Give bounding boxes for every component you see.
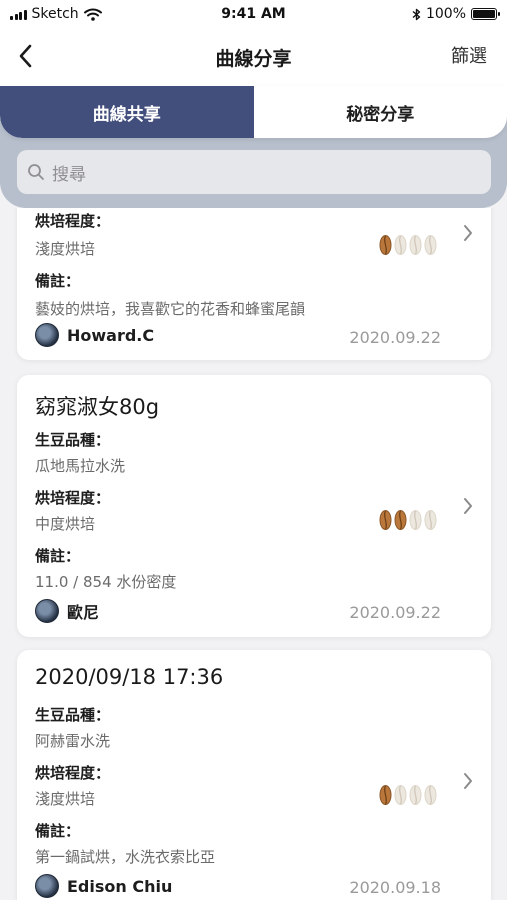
- back-button[interactable]: [10, 38, 40, 74]
- notes-value: 第一鍋試烘，水洗衣索比亞: [35, 848, 216, 866]
- date: 2020.09.22: [349, 328, 441, 347]
- bean-variety-value: 阿赫雷水洗: [35, 732, 111, 750]
- tab-curve-sharing[interactable]: 曲線共享: [0, 86, 254, 138]
- coffee-bean-filled-icon: [379, 510, 392, 530]
- curve-card[interactable]: 窈窕淑女80g 生豆品種： 瓜地馬拉水洗 烘培程度： 中度烘培 備註： 11.0…: [17, 375, 491, 637]
- segment-search-header: 曲線共享 秘密分享 搜尋: [0, 86, 507, 208]
- chevron-right-icon[interactable]: [463, 772, 473, 790]
- avatar: [35, 599, 59, 623]
- author-name: 歐尼: [67, 603, 100, 622]
- notes-label: 備註：: [35, 547, 81, 565]
- coffee-bean-empty-icon: [409, 235, 422, 255]
- roast-level-beans: [379, 509, 437, 531]
- filter-button[interactable]: 篩選: [451, 42, 487, 68]
- bean-variety-label: 生豆品種：: [35, 706, 111, 724]
- coffee-bean-empty-icon: [424, 510, 437, 530]
- search-icon: [28, 164, 44, 180]
- battery-percent: 100%: [425, 6, 466, 22]
- battery-fill: [473, 10, 495, 18]
- card-title: 2020/09/18 17:36: [35, 665, 224, 689]
- search-placeholder: 搜尋: [52, 164, 86, 185]
- coffee-bean-filled-icon: [379, 235, 392, 255]
- roast-level-value: 淺度烘培: [35, 790, 96, 808]
- notes-value: 藝妓的烘培，我喜歡它的花香和蜂蜜尾韻: [35, 300, 306, 318]
- author: Howard.C: [35, 323, 154, 347]
- date: 2020.09.18: [349, 878, 441, 897]
- navigation-bar: 曲線分享 篩選: [0, 28, 507, 86]
- battery-icon: [471, 8, 500, 20]
- status-left: Sketch: [10, 6, 102, 22]
- roast-level-label: 烘培程度：: [35, 212, 111, 230]
- date: 2020.09.22: [349, 603, 441, 622]
- coffee-bean-empty-icon: [409, 785, 422, 805]
- card-title: 窈窕淑女80g: [35, 395, 160, 419]
- segmented-control: 曲線共享 秘密分享: [0, 86, 507, 138]
- coffee-bean-empty-icon: [394, 235, 407, 255]
- author: 歐尼: [35, 599, 99, 623]
- roast-level-value: 中度烘培: [35, 515, 96, 533]
- roast-level-beans: [379, 784, 437, 806]
- roast-level-label: 烘培程度：: [35, 489, 111, 507]
- status-right: 100%: [412, 6, 500, 22]
- carrier-label: Sketch: [31, 6, 79, 22]
- avatar: [35, 874, 59, 898]
- bluetooth-icon: [412, 8, 421, 20]
- curve-list: 烘培程度： 淺度烘培 備註： 藝妓的烘培，我喜歡它的花香和蜂蜜尾韻 Howard…: [0, 208, 507, 900]
- status-bar: Sketch 9:41 AM 100%: [0, 0, 507, 28]
- author-name: Howard.C: [67, 325, 155, 345]
- coffee-bean-filled-icon: [394, 510, 407, 530]
- curve-card[interactable]: 2020/09/18 17:36 生豆品種： 阿赫雷水洗 烘培程度： 淺度烘培 …: [17, 650, 491, 900]
- signal-icon: [10, 9, 27, 20]
- roast-level-label: 烘培程度：: [35, 764, 111, 782]
- chevron-right-icon[interactable]: [463, 224, 473, 242]
- coffee-bean-empty-icon: [394, 785, 407, 805]
- notes-label: 備註：: [35, 822, 81, 840]
- coffee-bean-empty-icon: [424, 235, 437, 255]
- coffee-bean-filled-icon: [379, 785, 392, 805]
- wifi-icon: [83, 8, 102, 21]
- bean-variety-label: 生豆品種：: [35, 431, 111, 449]
- author-name: Edison Chiu: [67, 876, 173, 896]
- notes-label: 備註：: [35, 272, 81, 290]
- avatar: [35, 323, 59, 347]
- search-input[interactable]: 搜尋: [17, 150, 491, 194]
- page-title: 曲線分享: [215, 47, 292, 70]
- bean-variety-value: 瓜地馬拉水洗: [35, 457, 126, 475]
- roast-level-beans: [379, 234, 437, 256]
- tab-secret-sharing[interactable]: 秘密分享: [253, 86, 507, 138]
- notes-value: 11.0 / 854 水份密度: [35, 573, 177, 591]
- chevron-left-icon: [19, 44, 32, 68]
- author: Edison Chiu: [35, 874, 172, 898]
- roast-level-value: 淺度烘培: [35, 240, 96, 258]
- chevron-right-icon[interactable]: [463, 497, 473, 515]
- coffee-bean-empty-icon: [424, 785, 437, 805]
- coffee-bean-empty-icon: [409, 510, 422, 530]
- curve-card[interactable]: 烘培程度： 淺度烘培 備註： 藝妓的烘培，我喜歡它的花香和蜂蜜尾韻 Howard…: [17, 208, 491, 360]
